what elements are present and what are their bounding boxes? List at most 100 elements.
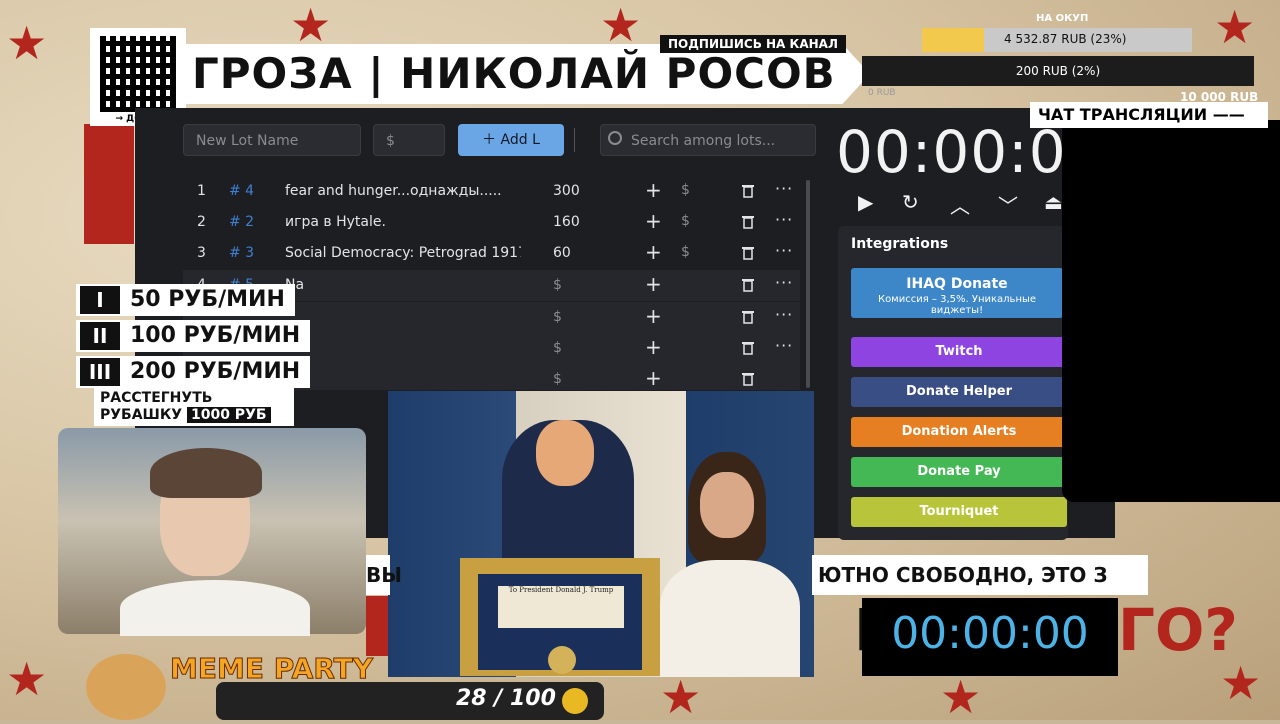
lot-id: # 2 [229,214,255,230]
trash-icon[interactable] [741,182,755,198]
plus-icon[interactable]: + [645,178,662,202]
shirt-badge: РАССТЕГНУТЬ РУБАШКУ 1000 РУБ [94,388,294,426]
roman-numeral: III [80,358,120,386]
lot-name[interactable]: игра в Hytale. [285,214,521,230]
lot-name[interactable]: Na [285,277,521,293]
star-icon: ★ [660,670,702,724]
plus-icon[interactable]: + [645,366,662,390]
chevron-down-icon[interactable]: ﹀ [998,190,1018,219]
lot-name[interactable]: fear and hunger...однажды..... [285,183,521,199]
meme-party-label: MEME PARTY [169,652,374,686]
lot-amount[interactable]: $ [553,371,562,387]
price-badge: I 50 РУБ/МИН [76,284,295,316]
trash-icon[interactable] [741,370,755,386]
ihaq-title: IHAQ Donate [906,276,1008,292]
integrations-title: Integrations [851,236,949,252]
lot-number: 2 [197,214,206,230]
goal2-min: 0 RUB [868,88,896,98]
lot-amount[interactable]: $ [553,309,562,325]
roman-numeral: I [80,286,120,314]
stream-title: ГРОЗА | НИКОЛАЙ РОСОВ [192,49,836,98]
poster-letter-block [84,124,134,244]
goal-label: НА ОКУП [1036,13,1089,24]
dollar-icon[interactable]: $ [681,244,690,260]
lot-id: # 3 [229,245,255,261]
subscribe-badge: ПОДПИШИСЬ НА КАНАЛ [660,35,846,53]
more-icon[interactable]: ··· [775,305,793,324]
ihaq-donate-button[interactable]: IHAQ Donate Комиссия – 3,5%. Уникальные … [851,268,1063,318]
donate-helper-button[interactable]: Donate Helper [851,377,1067,407]
price-text: 100 РУБ/МИН [130,323,301,348]
lot-amount[interactable]: $ [553,340,562,356]
more-icon[interactable]: ··· [775,179,793,198]
man-face [536,420,594,486]
lot-name-input[interactable]: New Lot Name [183,124,361,156]
lot-row[interactable]: 2 # 2 игра в Hytale. 160 + $ ··· [183,207,800,238]
star-icon: ★ [1220,656,1262,710]
donate-pay-button[interactable]: Donate Pay [851,457,1067,487]
reset-icon[interactable]: ↻ [902,190,919,214]
plus-icon[interactable]: + [645,240,662,264]
add-lot-button[interactable]: ＋ Add L [458,124,564,156]
star-icon: ★ [1214,0,1256,54]
star-icon: ★ [940,670,982,724]
price-text: 50 РУБ/МИН [130,287,285,312]
lot-number: 1 [197,183,206,199]
banner-left: ВЫ [366,555,402,595]
lot-id: # 4 [229,183,255,199]
search-icon [608,131,622,145]
price-badge: II 100 РУБ/МИН [76,320,311,352]
more-icon[interactable]: ··· [775,210,793,229]
price-text: 200 РУБ/МИН [130,359,301,384]
streamer-hair [150,448,262,498]
tourniquet-button[interactable]: Tourniquet [851,497,1067,527]
goal2-bar: 200 RUB (2%) [862,56,1254,86]
trash-icon[interactable] [741,308,755,324]
star-icon: ★ [600,0,642,52]
chevron-up-icon[interactable]: ︿ [950,190,970,219]
trash-icon[interactable] [741,339,755,355]
streamer-shirt [120,580,310,636]
lot-amount[interactable]: 160 [553,214,580,230]
plus-icon[interactable]: + [645,272,662,296]
shirt-line1: РАССТЕГНУТЬ [100,390,213,406]
shirt-line2: РУБАШКУ [100,407,183,423]
shirt-price: 1000 РУБ [186,407,271,423]
dollar-icon[interactable]: $ [681,213,690,229]
lot-amount[interactable]: 300 [553,183,580,199]
chat-label: ЧАТ ТРАНСЛЯЦИИ —— [1030,102,1268,128]
woman-face [700,472,754,538]
play-icon[interactable]: ▶ [858,190,873,214]
lot-row[interactable]: 3 # 3 Social Democracy: Petrograd 1917. … [183,238,800,269]
trash-icon[interactable] [741,244,755,260]
ihaq-subtitle: Комиссия – 3,5%. Уникальные виджеты! [877,294,1037,316]
price-badge: III 200 РУБ/МИН [76,356,311,388]
chat-panel [1062,120,1280,502]
star-icon: ★ [6,16,48,70]
more-icon[interactable]: ··· [775,241,793,260]
more-icon[interactable]: ··· [775,273,793,292]
trash-icon[interactable] [741,276,755,292]
dollar-icon[interactable]: $ [681,182,690,198]
award-plaque: To President Donald J. Trump [498,586,624,628]
twitch-button[interactable]: Twitch [851,337,1067,367]
plus-icon[interactable]: + [645,304,662,328]
plus-icon[interactable]: + [645,335,662,359]
goal-progress-fill [922,28,985,52]
lot-amount[interactable]: 60 [553,245,571,261]
trash-icon[interactable] [741,213,755,229]
lot-name[interactable]: Social Democracy: Petrograd 1917. ( [285,245,521,261]
more-icon[interactable]: ··· [775,336,793,355]
plus-icon[interactable]: + [645,209,662,233]
medal-icon [548,646,576,674]
lots-scrollbar[interactable] [806,180,810,388]
eject-icon[interactable]: ⏏ [1044,190,1063,214]
lot-amount[interactable]: $ [553,277,562,293]
meme-counter: 28 / 100 [456,686,556,711]
lot-row[interactable]: 1 # 4 fear and hunger...однажды..... 300… [183,176,800,207]
coin-icon [562,688,588,714]
donation-alerts-button[interactable]: Donation Alerts [851,417,1067,447]
search-input[interactable]: Search among lots... [600,124,816,156]
lot-amount-input[interactable]: $ [373,124,445,156]
banner-right: ЮТНО СВОБОДНО, ЭТО З [812,555,1148,595]
